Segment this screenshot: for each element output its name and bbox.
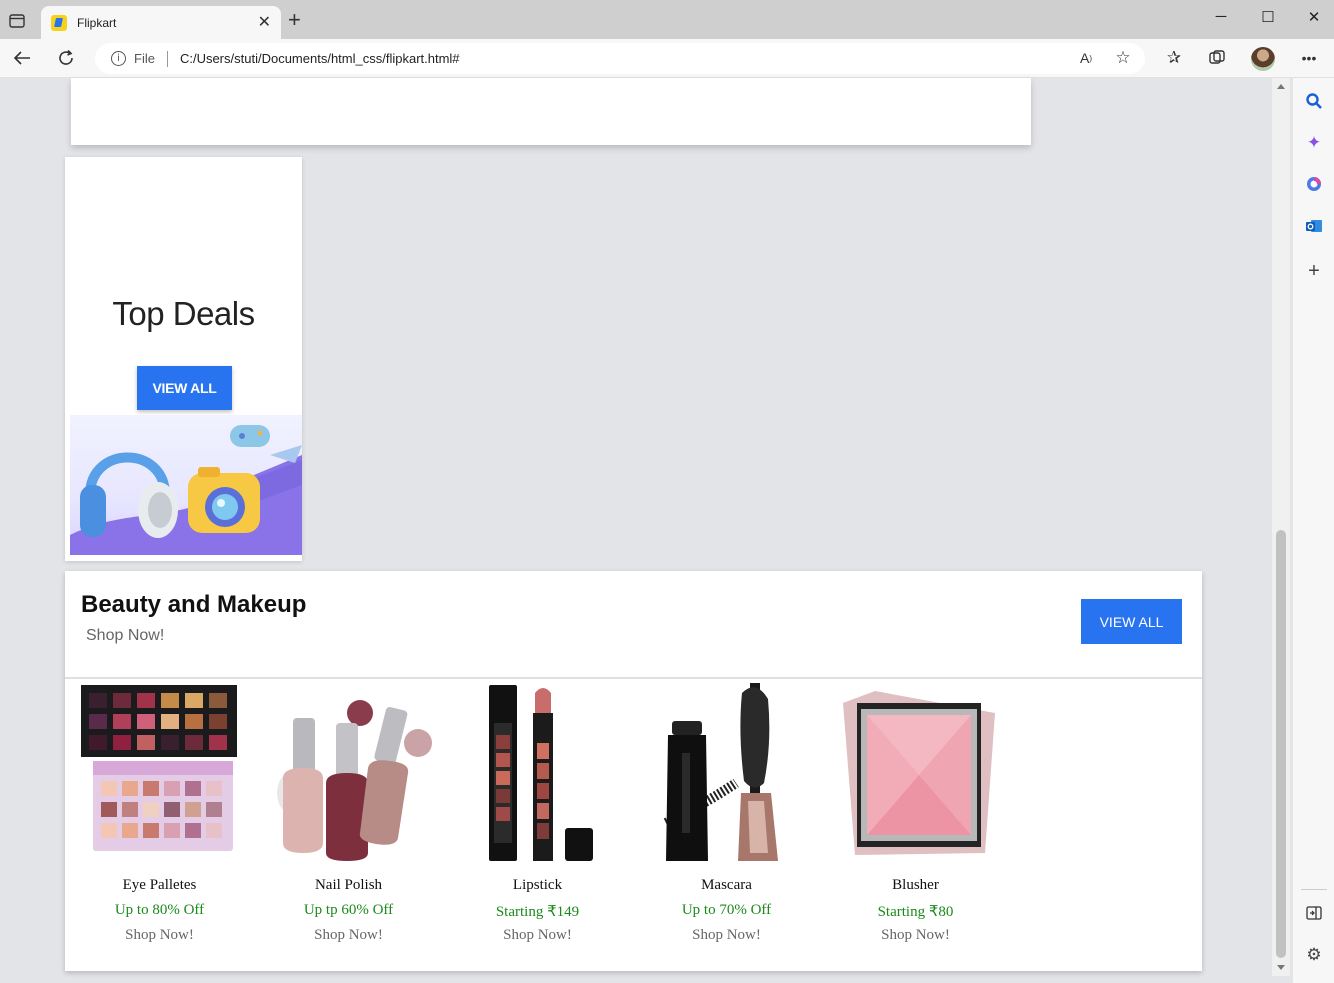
product-offer: Up to 70% Off (681, 902, 772, 918)
url-text[interactable]: C:/Users/stuti/Documents/html_css/flipka… (180, 51, 460, 66)
search-icon[interactable] (1303, 90, 1325, 112)
beauty-section-subtitle[interactable]: Shop Now! (86, 627, 164, 645)
eye-palette-image (79, 683, 243, 865)
product-shop-link[interactable]: Shop Now! (67, 927, 252, 944)
edge-sidebar: ✦ + ⚙ (1292, 78, 1334, 983)
product-card-lipstick[interactable]: Lipstick Starting ₹149 Shop Now! (445, 683, 625, 953)
product-card-mascara[interactable]: Mascara Up to 70% Off Shop Now! (634, 683, 814, 953)
hide-sidebar-icon[interactable] (1303, 902, 1325, 924)
mascara-image (646, 683, 810, 865)
top-banner-card (71, 78, 1031, 145)
close-window-icon[interactable]: ✕ (1302, 8, 1326, 26)
nail-polish-image (268, 683, 432, 865)
info-icon[interactable]: i (111, 51, 126, 66)
top-deals-illustration (70, 415, 302, 555)
blusher-image (835, 683, 999, 865)
browser-tab[interactable]: Flipkart ✕ (41, 6, 281, 39)
refresh-icon[interactable] (54, 46, 78, 70)
address-bar[interactable]: i File C:/Users/stuti/Documents/html_css… (95, 43, 1145, 74)
back-icon[interactable] (10, 46, 34, 70)
lipstick-image (457, 683, 621, 865)
add-icon[interactable]: + (1303, 260, 1325, 282)
settings-gear-icon[interactable]: ⚙ (1303, 944, 1325, 966)
profile-avatar[interactable] (1251, 47, 1275, 71)
product-name: Eye Palletes (122, 877, 197, 893)
new-tab-icon[interactable]: + (288, 9, 301, 31)
top-deals-card: Top Deals VIEW ALL (65, 157, 302, 561)
product-offer: Starting ₹149 (495, 904, 580, 920)
product-name: Mascara (701, 877, 752, 893)
product-name: Nail Polish (314, 877, 383, 893)
flipkart-favicon-icon (51, 14, 67, 31)
copilot-sparkle-icon[interactable]: ✦ (1303, 132, 1325, 154)
product-shop-link[interactable]: Shop Now! (634, 927, 819, 944)
product-name: Blusher (892, 877, 939, 893)
beauty-view-all-button[interactable]: VIEW ALL (1081, 599, 1182, 644)
product-shop-link[interactable]: Shop Now! (823, 927, 1008, 944)
product-name: Lipstick (512, 877, 563, 893)
browser-titlebar: Flipkart ✕ + ─ ☐ ✕ (0, 0, 1334, 39)
scroll-up-arrow-icon[interactable] (1277, 84, 1285, 89)
tab-title: Flipkart (77, 15, 117, 30)
product-card-nail-polish[interactable]: Nail Polish Up tp 60% Off Shop Now! (256, 683, 436, 953)
minimize-icon[interactable]: ─ (1209, 8, 1233, 25)
close-tab-icon[interactable]: ✕ (258, 14, 271, 31)
product-card-blusher[interactable]: Blusher Starting ₹80 Shop Now! (823, 683, 1003, 953)
beauty-section-title: Beauty and Makeup (81, 591, 307, 618)
scroll-thumb[interactable] (1276, 530, 1286, 958)
product-offer: Up tp 60% Off (303, 902, 394, 918)
product-card-eye-palletes[interactable]: Eye Palletes Up to 80% Off Shop Now! (67, 683, 247, 953)
section-divider (65, 677, 1202, 679)
product-shop-link[interactable]: Shop Now! (256, 927, 441, 944)
favorites-icon[interactable]: ✰ (1162, 46, 1186, 70)
scroll-down-arrow-icon[interactable] (1277, 965, 1285, 970)
file-label: File (134, 51, 155, 66)
collections-icon[interactable] (1205, 46, 1229, 70)
product-offer: Up to 80% Off (114, 902, 205, 918)
product-shop-link[interactable]: Shop Now! (445, 927, 630, 944)
office-icon[interactable] (1303, 173, 1325, 195)
browser-toolbar: i File C:/Users/stuti/Documents/html_css… (0, 39, 1334, 78)
beauty-makeup-section: Beauty and Makeup Shop Now! VIEW ALL Eye… (65, 571, 1202, 971)
sidebar-divider (1301, 889, 1327, 890)
maximize-icon[interactable]: ☐ (1256, 8, 1280, 26)
top-deals-view-all-button[interactable]: VIEW ALL (137, 366, 232, 410)
tab-actions-icon[interactable] (6, 10, 28, 32)
page-scrollbar[interactable] (1272, 78, 1290, 976)
outlook-icon[interactable] (1303, 215, 1325, 237)
more-options-icon[interactable]: ••• (1297, 46, 1321, 70)
top-deals-title: Top Deals (112, 295, 255, 332)
add-favorite-icon[interactable]: ☆ (1111, 46, 1135, 70)
read-aloud-icon[interactable]: A) (1074, 46, 1098, 70)
address-separator (166, 50, 168, 67)
product-offer: Starting ₹80 (877, 904, 954, 920)
